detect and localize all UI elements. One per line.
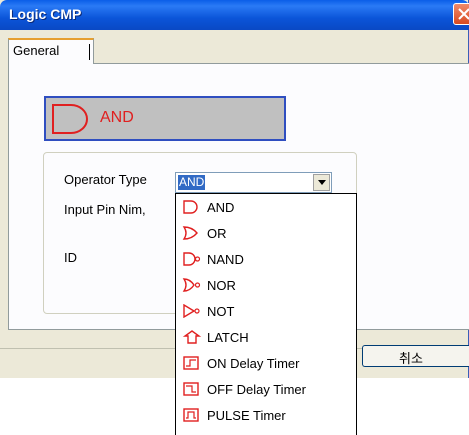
on-delay-timer-icon <box>183 356 199 370</box>
dropdown-item-not[interactable]: NOT <box>176 298 356 324</box>
or-gate-icon <box>182 226 198 240</box>
dropdown-item-on-delay-timer[interactable]: ON Delay Timer <box>176 350 356 376</box>
not-gate-icon <box>183 304 200 318</box>
operator-type-label: Operator Type <box>64 172 147 187</box>
dropdown-item-label: LATCH <box>207 330 249 345</box>
tab-general-label: General <box>13 43 60 58</box>
gate-preview: AND <box>44 96 286 141</box>
dropdown-item-label: NOR <box>207 278 236 293</box>
cancel-button-label: 취소 <box>399 351 423 366</box>
nor-gate-icon <box>182 278 201 292</box>
dropdown-item-off-delay-timer[interactable]: OFF Delay Timer <box>176 376 356 402</box>
dropdown-item-label: OR <box>207 226 227 241</box>
chevron-down-icon <box>318 180 326 185</box>
dropdown-item-label: NAND <box>207 252 244 267</box>
dropdown-item-or[interactable]: OR <box>176 220 356 246</box>
dropdown-arrow-button[interactable] <box>313 174 330 191</box>
close-button[interactable] <box>453 3 469 25</box>
dropdown-item-latch[interactable]: LATCH <box>176 324 356 350</box>
dropdown-item-nor[interactable]: NOR <box>176 272 356 298</box>
gate-preview-label: AND <box>100 109 134 126</box>
pulse-timer-icon <box>183 408 199 422</box>
nand-gate-icon <box>183 252 201 266</box>
and-gate-icon <box>52 104 88 134</box>
dropdown-item-and[interactable]: AND <box>176 194 356 220</box>
title-bar[interactable]: Logic CMP <box>0 0 469 30</box>
operator-type-select[interactable]: AND <box>175 172 332 193</box>
dropdown-item-label: NOT <box>207 304 235 319</box>
dropdown-item-label: ON Delay Timer <box>207 356 300 371</box>
operator-type-dropdown-list: AND OR NAND NOR NOT LATCH ON Delay Timer… <box>175 193 357 435</box>
dropdown-item-nand[interactable]: NAND <box>176 246 356 272</box>
operator-type-selected-value: AND <box>178 175 206 190</box>
dropdown-item-label: PULSE Timer <box>207 408 286 423</box>
dropdown-item-label: AND <box>207 200 235 215</box>
close-icon <box>458 8 469 20</box>
dropdown-item-pulse-timer[interactable]: PULSE Timer <box>176 402 356 428</box>
window-title: Logic CMP <box>9 6 82 22</box>
id-label: ID <box>64 250 77 265</box>
off-delay-timer-icon <box>183 382 199 396</box>
dropdown-item-label: OFF Delay Timer <box>207 382 306 397</box>
latch-icon <box>182 330 202 344</box>
tab-general[interactable]: General <box>8 38 94 64</box>
cancel-button[interactable]: 취소 <box>362 345 469 367</box>
input-pin-label: Input Pin Nim, <box>64 202 146 217</box>
text-cursor <box>89 44 90 60</box>
and-gate-icon <box>183 200 198 214</box>
